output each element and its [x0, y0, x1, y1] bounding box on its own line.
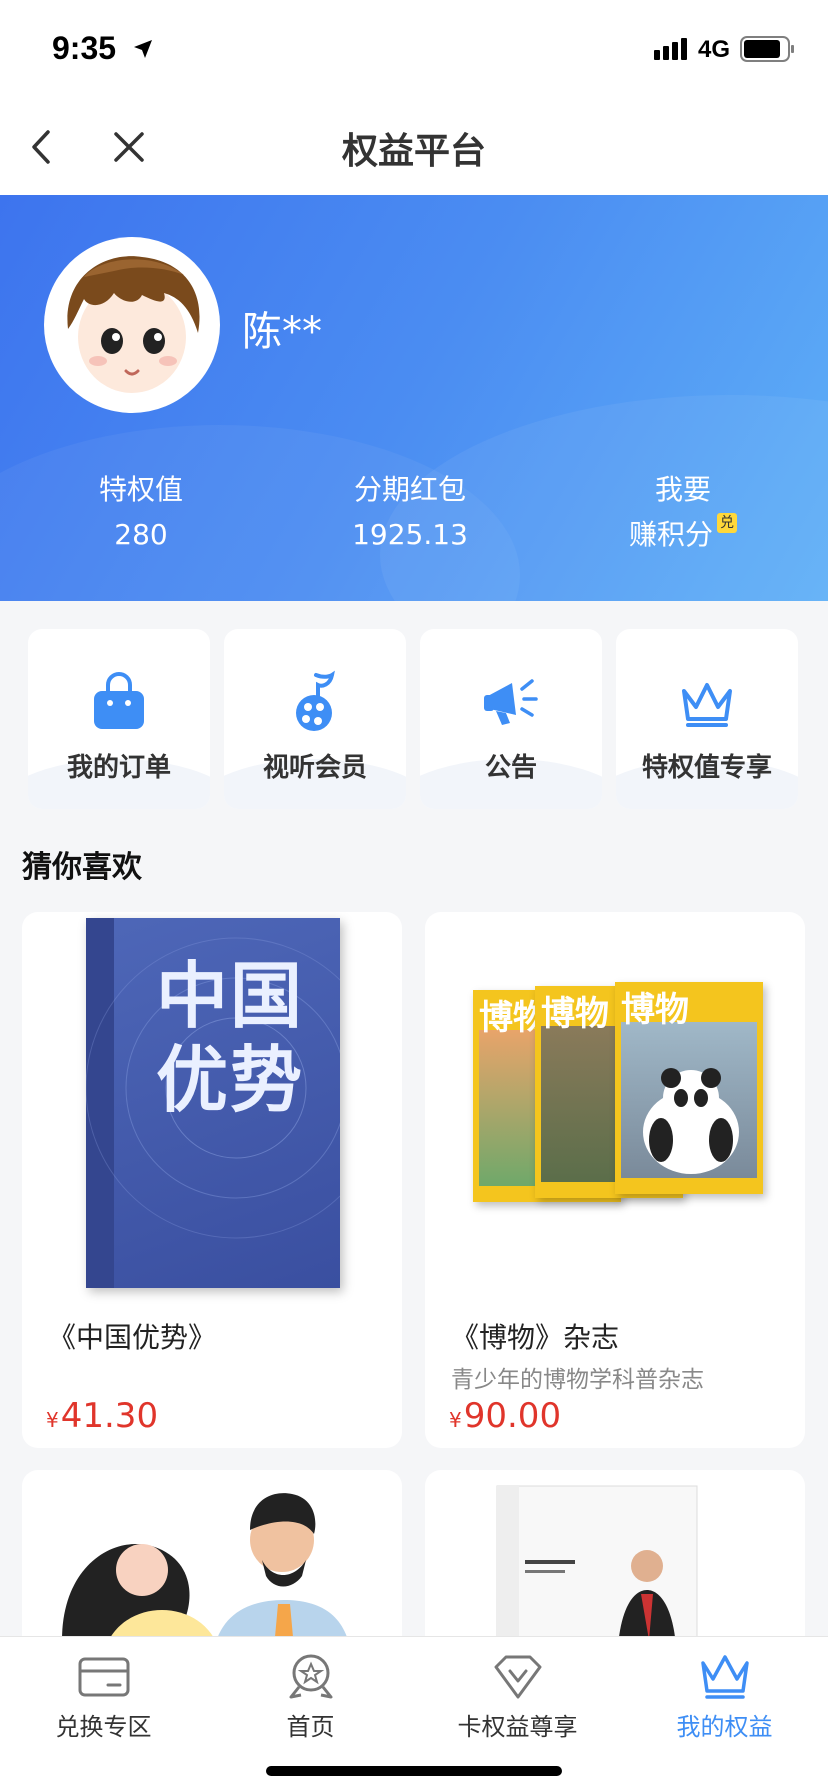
location-arrow-icon — [134, 40, 152, 58]
home-indicator[interactable] — [266, 1766, 562, 1776]
section-title: 猜你喜欢 — [22, 850, 142, 885]
quick-label: 我的订单 — [66, 753, 171, 783]
tab-label: 兑换专区 — [55, 1713, 152, 1741]
stat-value: 280 — [114, 518, 168, 551]
signal-icon — [654, 38, 687, 60]
quick-label: 公告 — [484, 753, 537, 783]
tab-redeem-zone[interactable]: 兑换专区 — [0, 1637, 207, 1757]
status-time: 9:35 — [52, 30, 117, 66]
product-price: ¥41.30 — [46, 1396, 158, 1436]
card-icon — [78, 1657, 130, 1697]
nav-bar: 权益平台 — [0, 100, 828, 195]
panda-illustration — [643, 1068, 739, 1174]
tab-label: 卡权益尊享 — [457, 1713, 578, 1741]
product-subtitle: 青少年的博物学科普杂志 — [451, 1367, 704, 1393]
magazine-cover-image: 博物 — [615, 982, 763, 1194]
price-value: 41.30 — [60, 1396, 159, 1436]
quick-privilege-exclusive[interactable]: 特权值专享 — [616, 629, 798, 809]
user-name: 陈** — [242, 309, 322, 355]
crown-icon — [682, 683, 732, 727]
product-price: ¥90.00 — [449, 1396, 561, 1436]
stat-value: 赚积分 — [628, 518, 713, 551]
battery-icon — [740, 36, 794, 62]
star-badge-icon — [289, 1654, 333, 1699]
status-bar: 9:35 4G — [0, 0, 828, 100]
quick-my-orders[interactable]: 我的订单 — [28, 629, 210, 809]
diamond-icon — [494, 1655, 542, 1699]
tab-card-benefits[interactable]: 卡权益尊享 — [414, 1637, 621, 1757]
currency-symbol: ¥ — [449, 1408, 462, 1432]
network-label: 4G — [698, 36, 731, 63]
magazine-title: 博物 — [541, 994, 609, 1034]
quick-label: 特权值专享 — [641, 753, 772, 783]
product-name: 《博物》杂志 — [451, 1321, 620, 1354]
stat-installment-redpacket[interactable]: 分期红包 1925.13 — [280, 471, 540, 555]
tab-home[interactable]: 首页 — [207, 1637, 414, 1757]
page-title: 权益平台 — [341, 131, 486, 172]
tab-label: 我的权益 — [676, 1713, 773, 1741]
avatar-cartoon-icon — [52, 245, 212, 405]
stat-label: 我要 — [654, 473, 711, 506]
magazine-title: 博物 — [621, 990, 689, 1030]
avatar[interactable] — [44, 237, 220, 413]
quick-label: 视听会员 — [262, 753, 367, 783]
profile-header: 陈** 特权值 280 分期红包 1925.13 我要 赚积分兑 — [0, 195, 828, 601]
stat-earn-points[interactable]: 我要 赚积分兑 — [553, 471, 813, 555]
shopping-bag-icon — [94, 672, 144, 729]
tab-my-benefits[interactable]: 我的权益 — [621, 1637, 828, 1757]
product-card[interactable]: 中国优势 《中国优势》 ¥41.30 — [22, 912, 402, 1448]
stat-label: 特权值 — [98, 473, 183, 506]
tab-label: 首页 — [286, 1713, 335, 1741]
redeem-badge: 兑 — [717, 513, 737, 533]
stat-privilege[interactable]: 特权值 280 — [11, 471, 271, 555]
stat-label: 分期红包 — [353, 473, 466, 506]
product-name: 《中国优势》 — [48, 1321, 217, 1354]
megaphone-icon — [484, 679, 538, 725]
currency-symbol: ¥ — [46, 1408, 59, 1432]
music-film-icon — [296, 670, 335, 731]
book-cover-image: 中国优势 — [86, 918, 340, 1288]
quick-announcement[interactable]: 公告 — [420, 629, 602, 809]
book-cover-title: 中国优势 — [156, 954, 305, 1122]
price-value: 90.00 — [463, 1396, 562, 1436]
quick-av-membership[interactable]: 视听会员 — [224, 629, 406, 809]
stat-value: 1925.13 — [352, 518, 468, 551]
crown-icon — [701, 1655, 749, 1699]
product-card[interactable]: 博物 博物 博物 《博物》杂志 青少年的博物学科普杂志 ¥90.00 — [425, 912, 805, 1448]
